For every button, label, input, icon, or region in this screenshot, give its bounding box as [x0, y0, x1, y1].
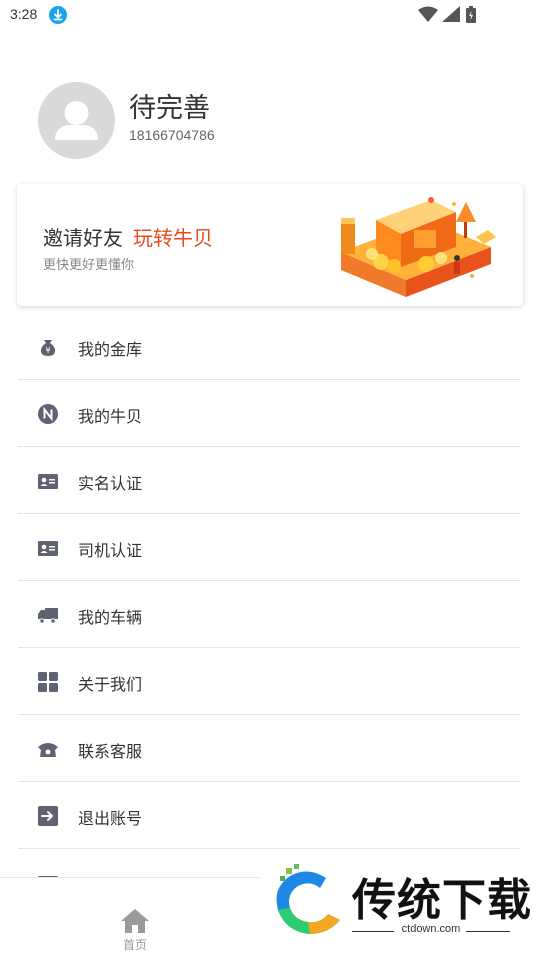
- svg-text:¥: ¥: [45, 346, 50, 355]
- menu-label: 司机认证: [78, 541, 143, 560]
- menu-label: 联系客服: [78, 742, 143, 761]
- driver-card-icon: [38, 541, 58, 556]
- menu-item-real-name[interactable]: 实名认证: [18, 447, 521, 514]
- signal-icon: [442, 6, 460, 22]
- invite-banner[interactable]: 邀请好友 玩转牛贝 更快更好更懂你: [17, 184, 523, 306]
- profile-header: 待完善 18166704786: [0, 70, 540, 170]
- watermark-url: ctdown.com: [401, 923, 461, 935]
- download-icon: [49, 6, 67, 24]
- menu-label: 我的车辆: [78, 608, 143, 627]
- n-coin-icon: [38, 404, 58, 424]
- menu-item-vault[interactable]: ¥ 我的金库: [18, 313, 521, 380]
- watermark-title: 传统下载: [352, 875, 532, 926]
- menu-label: 退出账号: [78, 809, 143, 828]
- status-bar: 3:28: [0, 0, 540, 32]
- menu-item-niubei[interactable]: 我的牛贝: [18, 380, 521, 447]
- status-time: 3:28: [10, 6, 38, 22]
- wifi-icon: [418, 6, 438, 22]
- invite-title: 邀请好友: [43, 226, 123, 250]
- treasure-box-illustration: [341, 197, 496, 297]
- invite-subtitle: 更快更好更懂你: [43, 258, 135, 273]
- tab-home[interactable]: 首页: [112, 908, 158, 954]
- watermark-logo: 传统下载 ctdown.com: [260, 860, 540, 960]
- phone-number: 18166704786: [129, 127, 215, 143]
- watermark-c-logo-icon: [276, 864, 340, 934]
- menu-item-logout[interactable]: 退出账号: [18, 782, 521, 849]
- truck-icon: [38, 608, 58, 624]
- menu-item-driver-auth[interactable]: 司机认证: [18, 514, 521, 581]
- tab-home-label: 首页: [122, 938, 147, 952]
- home-icon: [121, 909, 149, 933]
- menu-item-about[interactable]: 关于我们: [18, 648, 521, 715]
- menu-item-vehicles[interactable]: 我的车辆: [18, 581, 521, 648]
- menu-item-customer-service[interactable]: 联系客服: [18, 715, 521, 782]
- invite-highlight: 玩转牛贝: [133, 226, 213, 250]
- money-bag-icon: ¥: [40, 340, 56, 356]
- menu-list: ¥ 我的金库 我的牛贝 实名认证 司机认证 我的车辆 关于我们 联系客服 退出账…: [18, 313, 521, 916]
- battery-icon: [466, 6, 476, 23]
- user-placeholder-icon: [55, 101, 98, 140]
- username[interactable]: 待完善: [129, 86, 210, 125]
- logout-icon: [38, 806, 58, 826]
- grid-icon: [38, 672, 58, 692]
- menu-label: 实名认证: [78, 474, 143, 493]
- menu-label: 我的牛贝: [78, 407, 143, 426]
- avatar[interactable]: [38, 82, 115, 159]
- telephone-icon: [38, 743, 58, 757]
- menu-label: 我的金库: [78, 340, 143, 359]
- id-card-icon: [38, 474, 58, 489]
- menu-label: 关于我们: [78, 675, 143, 694]
- watermark-divider: [466, 931, 510, 932]
